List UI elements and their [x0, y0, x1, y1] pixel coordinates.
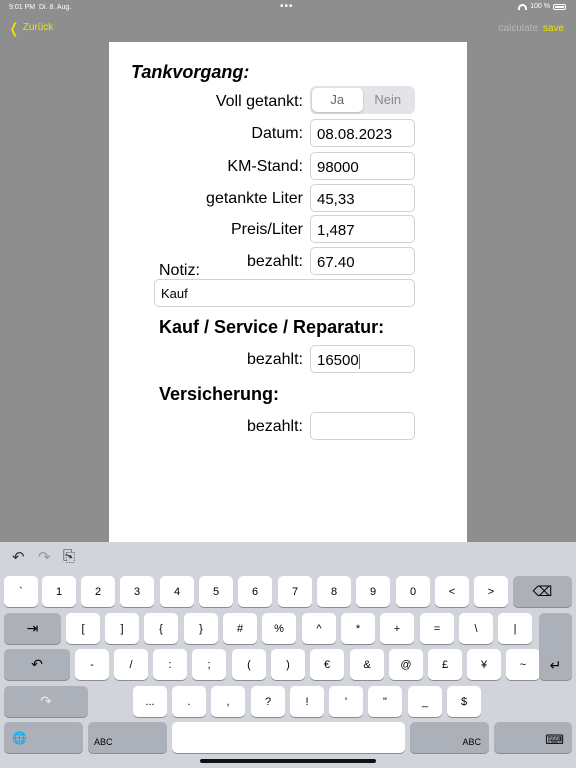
key[interactable]: ... [133, 686, 167, 717]
bezahlt-field[interactable]: 67.40 [310, 247, 415, 275]
tab-key[interactable]: ⇥ [4, 613, 61, 644]
key[interactable]: 4 [160, 576, 194, 607]
km-field[interactable]: 98000 [310, 152, 415, 180]
key[interactable]: £ [428, 649, 462, 680]
kauf-bezahlt-label: bezahlt: [246, 351, 303, 368]
calculate-button[interactable]: calculate [499, 23, 538, 34]
key[interactable]: = [420, 613, 454, 644]
battery-percent: 100 % [530, 3, 550, 10]
key[interactable]: @ [389, 649, 423, 680]
key[interactable]: ] [105, 613, 139, 644]
key[interactable]: 7 [278, 576, 312, 607]
liter-field[interactable]: 45,33 [310, 184, 415, 212]
key[interactable]: < [435, 576, 469, 607]
datum-label: Datum: [251, 125, 303, 142]
voll-label: Voll getankt: [215, 93, 303, 110]
key[interactable]: 2 [81, 576, 115, 607]
key[interactable]: > [474, 576, 508, 607]
key[interactable]: ; [192, 649, 226, 680]
key[interactable]: % [262, 613, 296, 644]
key[interactable]: 9 [356, 576, 390, 607]
home-indicator [200, 759, 376, 763]
keyboard: ↶ ↷ ⎘ ` 1 2 3 4 5 6 7 8 9 0 < > ⌫ ⇥ [ ] … [0, 542, 576, 768]
key[interactable]: ¥ [467, 649, 501, 680]
vers-bezahlt-field[interactable] [310, 412, 415, 440]
chevron-left-icon: ❮ [9, 19, 18, 36]
undo-key[interactable]: ↶ [4, 649, 70, 680]
delete-key[interactable]: ⌫ [513, 576, 572, 607]
liter-label: getankte Liter [206, 190, 303, 207]
key[interactable]: 6 [238, 576, 272, 607]
back-button[interactable]: ❮ Zurück [8, 19, 54, 36]
key[interactable]: ^ [302, 613, 336, 644]
key[interactable]: ' [329, 686, 363, 717]
key[interactable]: " [368, 686, 402, 717]
key[interactable]: 1 [42, 576, 76, 607]
notiz-label: Notiz: [159, 262, 200, 279]
key[interactable]: & [350, 649, 384, 680]
key[interactable]: * [341, 613, 375, 644]
key[interactable]: ~ [506, 649, 540, 680]
kauf-section-title: Kauf / Service / Reparatur: [159, 317, 385, 337]
redo-icon[interactable]: ↷ [38, 548, 51, 566]
battery-icon [553, 3, 566, 10]
page-title: Tankvorgang: [131, 62, 250, 82]
key[interactable]: 3 [120, 576, 154, 607]
form-sheet: Tankvorgang: Voll getankt: Ja Nein Datum… [109, 42, 467, 542]
key[interactable]: 5 [199, 576, 233, 607]
voll-option-nein[interactable]: Nein [363, 88, 414, 112]
key[interactable]: / [114, 649, 148, 680]
bezahlt-label: bezahlt: [246, 253, 303, 270]
key[interactable]: $ [447, 686, 481, 717]
paste-icon[interactable]: ⎘ [63, 548, 75, 565]
key[interactable]: ! [290, 686, 324, 717]
preis-label: Preis/Liter [230, 221, 303, 238]
key[interactable]: + [380, 613, 414, 644]
redo-key[interactable]: ↷ [4, 686, 88, 717]
versicherung-section-title: Versicherung: [159, 384, 280, 404]
key[interactable]: [ [66, 613, 100, 644]
multitasking-dots[interactable]: ••• [280, 1, 294, 12]
voll-segmented-control[interactable]: Ja Nein [310, 86, 415, 114]
vers-bezahlt-label: bezahlt: [246, 418, 303, 435]
keyboard-toolbar: ↶ ↷ ⎘ [0, 542, 576, 572]
abc-key-left[interactable]: ABC [88, 722, 167, 753]
preis-field[interactable]: 1,487 [310, 215, 415, 243]
notiz-field[interactable]: Kauf [154, 279, 415, 307]
hide-keyboard-key[interactable]: ⌨ [494, 722, 572, 753]
return-key[interactable]: ↵ [539, 613, 572, 680]
key[interactable]: ( [232, 649, 266, 680]
status-time: 9:01 PM Di. 8. Aug. [9, 4, 72, 11]
key[interactable]: \ [459, 613, 493, 644]
kauf-bezahlt-field[interactable]: 16500 [310, 345, 415, 373]
status-bar: 9:01 PM Di. 8. Aug. ••• 100 % [0, 0, 576, 16]
abc-key-right[interactable]: ABC [410, 722, 489, 753]
text-cursor [358, 353, 360, 369]
key[interactable]: 0 [396, 576, 430, 607]
save-button[interactable]: save [543, 23, 564, 34]
key[interactable]: ) [271, 649, 305, 680]
key[interactable]: # [223, 613, 257, 644]
key[interactable]: € [310, 649, 344, 680]
space-key[interactable] [172, 722, 405, 753]
undo-icon[interactable]: ↶ [12, 548, 25, 566]
km-label: KM-Stand: [227, 158, 303, 175]
globe-key[interactable]: 🌐 [4, 722, 83, 753]
key[interactable]: _ [408, 686, 442, 717]
key[interactable]: } [184, 613, 218, 644]
datum-field[interactable]: 08.08.2023 [310, 119, 415, 147]
navigation-bar: ❮ Zurück calculate save [0, 18, 576, 38]
key[interactable]: 8 [317, 576, 351, 607]
key[interactable]: , [211, 686, 245, 717]
key[interactable]: ` [4, 576, 38, 607]
voll-option-ja[interactable]: Ja [312, 88, 363, 112]
wifi-icon [518, 3, 528, 10]
key[interactable]: . [172, 686, 206, 717]
key[interactable]: | [498, 613, 532, 644]
key[interactable]: - [75, 649, 109, 680]
key[interactable]: { [144, 613, 178, 644]
key[interactable]: : [153, 649, 187, 680]
key[interactable]: ? [251, 686, 285, 717]
